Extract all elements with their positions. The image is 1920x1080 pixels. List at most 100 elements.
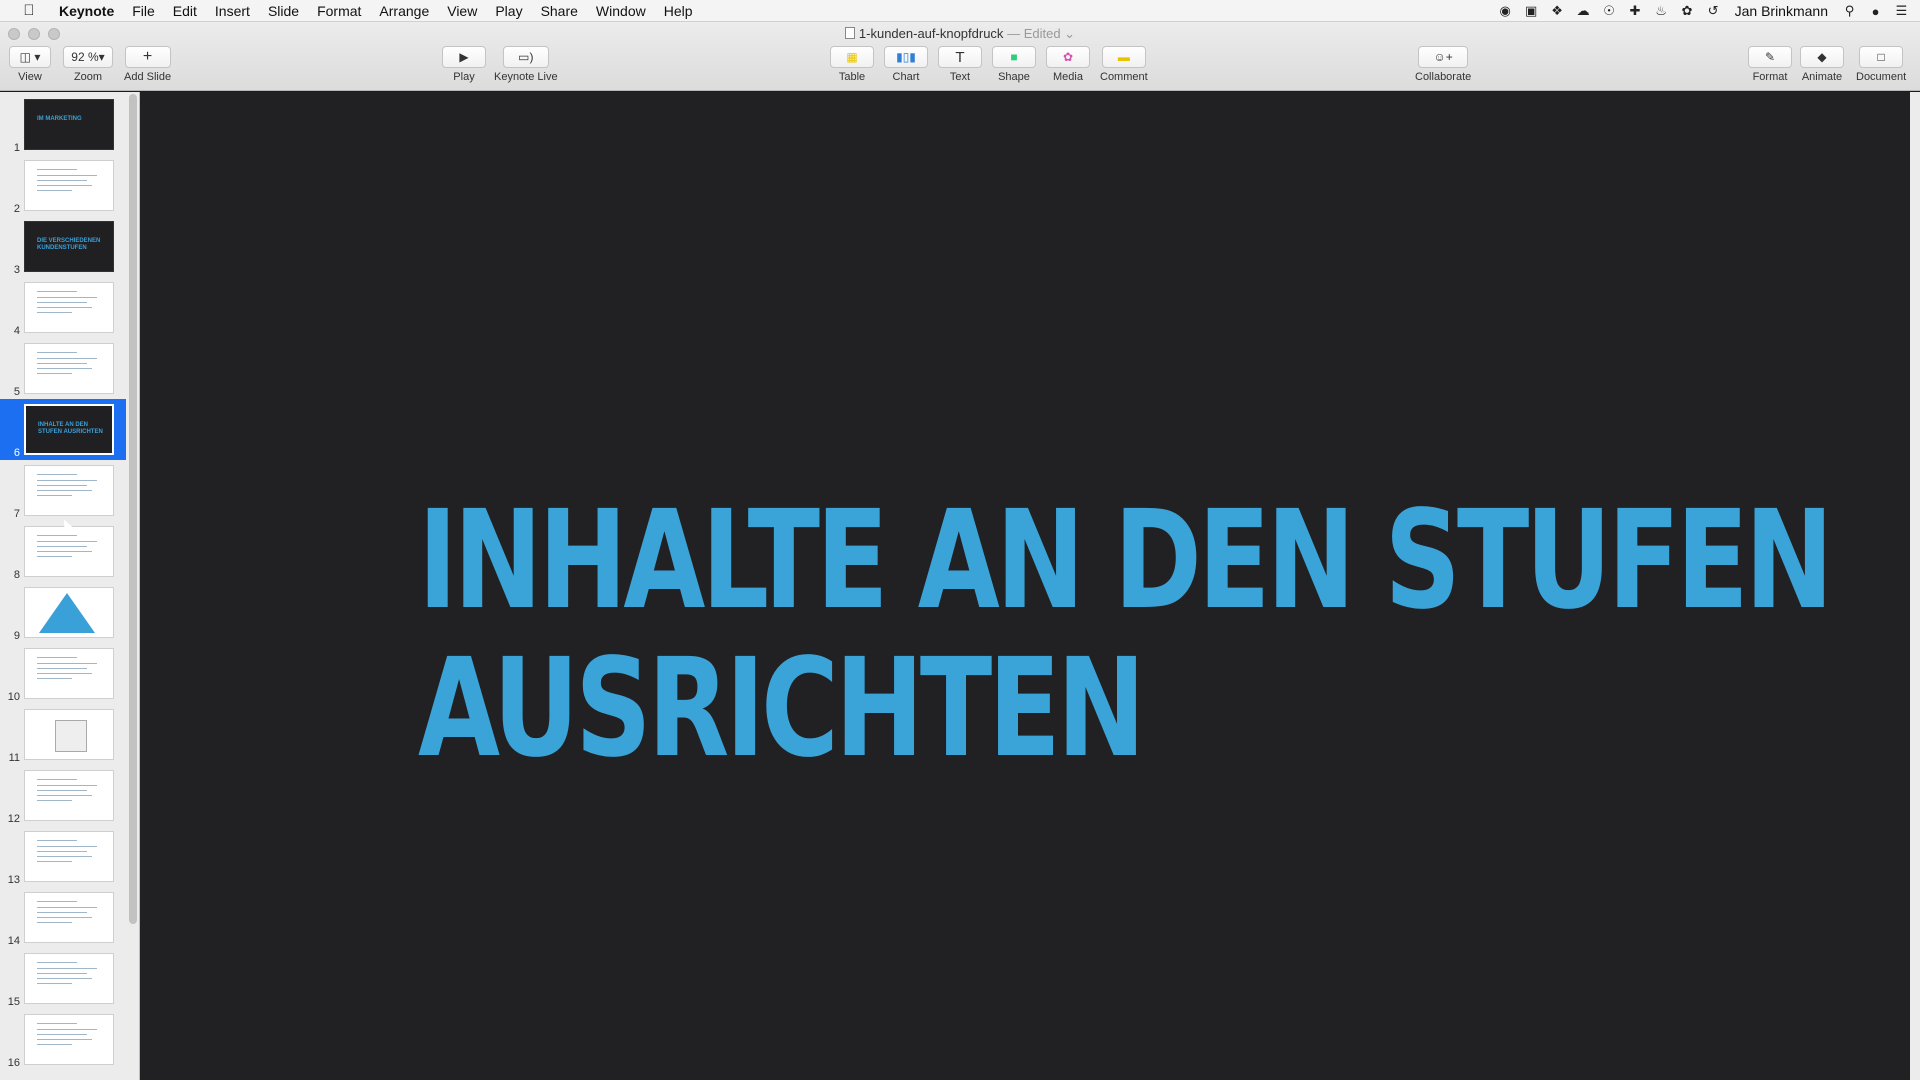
menu-file[interactable]: File bbox=[123, 3, 164, 19]
text-tool[interactable]: T Text bbox=[938, 46, 982, 83]
menu-insert[interactable]: Insert bbox=[206, 3, 259, 19]
slide-thumbnail-16[interactable]: 16 bbox=[0, 1009, 126, 1070]
camera-icon[interactable]: ▣ bbox=[1523, 3, 1540, 19]
slide-number: 4 bbox=[13, 325, 20, 337]
slide-number: 3 bbox=[13, 264, 20, 276]
navigator-scrollbar[interactable] bbox=[129, 94, 137, 924]
menu-window[interactable]: Window bbox=[587, 3, 655, 19]
slide-thumbnail-5[interactable]: 5 bbox=[0, 338, 126, 399]
preview-text-line bbox=[37, 180, 87, 181]
shape-tool[interactable]: ■ Shape bbox=[992, 46, 1036, 83]
slide-preview: IM MARKETING bbox=[24, 99, 114, 150]
keynote-live-tool[interactable]: ▭) Keynote Live bbox=[494, 46, 558, 83]
shape-button[interactable]: ■ bbox=[992, 46, 1036, 68]
zoom-tool[interactable]: 92 % ▾ Zoom bbox=[63, 46, 113, 83]
password-manager-icon[interactable]: ☉ bbox=[1601, 3, 1618, 19]
time-machine-icon[interactable]: ↺ bbox=[1705, 3, 1722, 19]
media-button[interactable]: ✿ bbox=[1046, 46, 1090, 68]
slide-number: 12 bbox=[7, 813, 20, 825]
preview-text-line bbox=[37, 291, 77, 292]
preview-text-line bbox=[37, 912, 87, 913]
slide-thumbnail-7[interactable]: 7 bbox=[0, 460, 126, 521]
slide-thumbnail-3[interactable]: 3 DIE VERSCHIEDENEN KUNDENSTUFEN bbox=[0, 216, 126, 277]
slide-preview bbox=[24, 892, 114, 943]
user-name[interactable]: Jan Brinkmann bbox=[1731, 3, 1832, 19]
slide-preview bbox=[24, 160, 114, 211]
play-tool[interactable]: ▶ Play bbox=[442, 46, 486, 83]
screen-record-icon[interactable]: ◉ bbox=[1497, 3, 1514, 19]
add-slide-tool[interactable]: + Add Slide bbox=[124, 46, 171, 83]
add-slide-button[interactable]: + bbox=[124, 46, 171, 68]
slide-thumbnail-9[interactable]: 9 bbox=[0, 582, 126, 643]
slide-thumbnail-6[interactable]: 6 INHALTE AN DEN STUFEN AUSRICHTEN bbox=[0, 399, 126, 460]
view-button[interactable]: ◫ ▾ bbox=[9, 46, 51, 68]
slide-canvas[interactable]: INHALTE AN DEN STUFEN AUSRICHTEN bbox=[140, 92, 1910, 1080]
slide-thumbnail-14[interactable]: 14 bbox=[0, 887, 126, 948]
comment-button[interactable]: ▬ bbox=[1101, 46, 1146, 68]
slide-thumbnail-1[interactable]: 1 IM MARKETING bbox=[0, 94, 126, 155]
slide-thumbnail-4[interactable]: 4 bbox=[0, 277, 126, 338]
text-button[interactable]: T bbox=[938, 46, 982, 68]
format-button[interactable]: ✎ bbox=[1748, 46, 1792, 68]
menu-arrange[interactable]: Arrange bbox=[370, 3, 438, 19]
menu-view[interactable]: View bbox=[438, 3, 486, 19]
cloud-icon[interactable]: ☁ bbox=[1575, 3, 1592, 19]
slide-thumbnail-11[interactable]: 11 bbox=[0, 704, 126, 765]
preview-text-line bbox=[37, 551, 92, 552]
play-icon: ▶ bbox=[459, 50, 469, 64]
table-tool[interactable]: ▦ Table bbox=[830, 46, 874, 83]
siri-icon[interactable]: ● bbox=[1867, 4, 1884, 19]
menu-help[interactable]: Help bbox=[655, 3, 702, 19]
leaf-icon[interactable]: ✿ bbox=[1679, 3, 1696, 19]
preview-text-line bbox=[37, 312, 72, 313]
paintbrush-icon: ✎ bbox=[1764, 50, 1776, 64]
slide-thumbnail-15[interactable]: 15 bbox=[0, 948, 126, 1009]
slide-number: 5 bbox=[13, 386, 20, 398]
spotlight-search-icon[interactable]: ⚲ bbox=[1841, 3, 1858, 19]
preview-text-line bbox=[37, 968, 97, 969]
menu-keynote[interactable]: Keynote bbox=[50, 3, 123, 19]
apple-menu-icon[interactable]:  bbox=[18, 2, 40, 19]
preview-text-line bbox=[37, 785, 97, 786]
plus-cross-icon[interactable]: ✚ bbox=[1627, 3, 1644, 19]
collaborate-tool[interactable]: ☺+ Collaborate bbox=[1415, 46, 1471, 83]
chart-button[interactable]: ▮▯▮ bbox=[884, 46, 928, 68]
menu-slide[interactable]: Slide bbox=[259, 3, 308, 19]
slide-title[interactable]: INHALTE AN DEN STUFEN AUSRICHTEN bbox=[418, 487, 1834, 783]
slide-preview bbox=[24, 587, 114, 638]
document-button[interactable]: □ bbox=[1859, 46, 1904, 68]
format-tool[interactable]: ✎ Format bbox=[1748, 46, 1792, 83]
menu-edit[interactable]: Edit bbox=[164, 3, 206, 19]
preview-text-line bbox=[37, 485, 87, 486]
table-button[interactable]: ▦ bbox=[830, 46, 874, 68]
broadcast-display-icon: ▭) bbox=[518, 50, 534, 64]
play-button[interactable]: ▶ bbox=[442, 46, 486, 68]
slide-navigator[interactable]: 1 IM MARKETING 2 3 DIE VERSCHIEDENEN KUNDENS… bbox=[0, 92, 140, 1080]
menu-format[interactable]: Format bbox=[308, 3, 370, 19]
document-title[interactable]: 1-kunden-auf-knopfdruck — Edited ⌄ bbox=[0, 26, 1920, 42]
comment-tool[interactable]: ▬ Comment bbox=[1100, 46, 1148, 83]
slide-thumbnail-10[interactable]: 10 bbox=[0, 643, 126, 704]
media-tool[interactable]: ✿ Media bbox=[1046, 46, 1090, 83]
preview-text-line bbox=[37, 678, 72, 679]
menu-share[interactable]: Share bbox=[532, 3, 587, 19]
animate-button[interactable]: ◆ bbox=[1800, 46, 1844, 68]
title-chevron-icon: ⌄ bbox=[1060, 26, 1076, 41]
bell-icon[interactable]: ♨ bbox=[1653, 3, 1670, 19]
slide-thumbnail-12[interactable]: 12 bbox=[0, 765, 126, 826]
zoom-select[interactable]: 92 % ▾ bbox=[63, 46, 113, 68]
chart-tool[interactable]: ▮▯▮ Chart bbox=[884, 46, 928, 83]
slide-preview: DIE VERSCHIEDENEN KUNDENSTUFEN bbox=[24, 221, 114, 272]
menu-play[interactable]: Play bbox=[486, 3, 531, 19]
collaborate-button[interactable]: ☺+ bbox=[1418, 46, 1469, 68]
slide-thumbnail-2[interactable]: 2 bbox=[0, 155, 126, 216]
slide-thumbnail-13[interactable]: 13 bbox=[0, 826, 126, 887]
edited-status: Edited bbox=[1023, 26, 1061, 41]
preview-text-line bbox=[37, 983, 72, 984]
notification-center-icon[interactable]: ☰ bbox=[1893, 3, 1910, 19]
document-tool[interactable]: □ Document bbox=[1856, 46, 1906, 83]
dropbox-icon[interactable]: ❖ bbox=[1549, 3, 1566, 19]
view-tool[interactable]: ◫ ▾ View bbox=[9, 46, 51, 83]
keynote-live-button[interactable]: ▭) bbox=[502, 46, 549, 68]
animate-tool[interactable]: ◆ Animate bbox=[1800, 46, 1844, 83]
